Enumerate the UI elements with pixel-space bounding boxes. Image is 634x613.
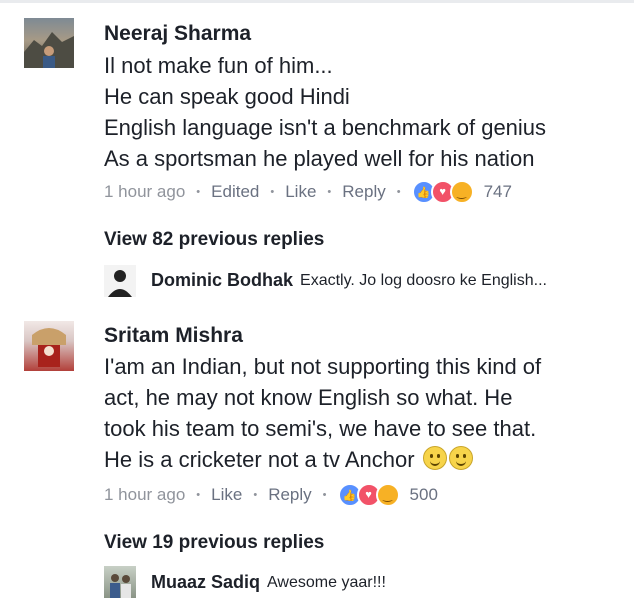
- comment-text-line-with-emoji: He is a cricketer not a tv Anchor: [104, 444, 473, 475]
- smiley-emoji-icon: [422, 446, 447, 470]
- timestamp[interactable]: 1 hour ago: [104, 485, 185, 505]
- reaction-count[interactable]: 500: [410, 485, 438, 505]
- top-divider: [0, 0, 634, 3]
- comment-meta: 1 hour ago • Like • Reply • 👍 ♥ ‿ 500: [104, 483, 438, 507]
- view-previous-replies-link[interactable]: View 82 previous replies: [104, 229, 324, 251]
- comment-text-line: He can speak good Hindi: [104, 84, 350, 109]
- comment-text-line: As a sportsman he played well for his na…: [104, 146, 535, 171]
- haha-reaction-icon: ‿: [449, 180, 474, 204]
- edited-link[interactable]: Edited: [211, 182, 259, 202]
- separator-dot: •: [322, 489, 327, 501]
- reply-text[interactable]: Exactly. Jo log doosro ke English...: [300, 272, 547, 290]
- comment-meta: 1 hour ago • Edited • Like • Reply • 👍 ♥…: [104, 180, 512, 204]
- comment-text-line: Il not make fun of him...: [104, 53, 333, 78]
- separator-dot: •: [253, 489, 258, 501]
- comment-text-line: English language isn't a benchmark of ge…: [104, 115, 547, 140]
- avatar-neeraj-sharma[interactable]: [24, 18, 74, 68]
- haha-reaction-icon: ‿: [375, 483, 400, 507]
- reply-author[interactable]: Dominic Bodhak: [151, 270, 293, 291]
- comment-text: He is a cricketer not a tv Anchor: [104, 447, 415, 472]
- latest-reply: Muaaz Sadiq Awesome yaar!!!: [151, 572, 386, 593]
- like-button[interactable]: Like: [285, 182, 316, 202]
- avatar-sritam-mishra[interactable]: [24, 321, 74, 371]
- comment-author[interactable]: Sritam Mishra: [104, 324, 243, 348]
- reactions-summary[interactable]: 👍 ♥ ‿: [411, 180, 474, 204]
- reaction-count[interactable]: 747: [484, 182, 512, 202]
- comment-text-line: took his team to semi's, we have to see …: [104, 416, 537, 441]
- view-previous-replies-link[interactable]: View 19 previous replies: [104, 532, 324, 554]
- separator-dot: •: [270, 186, 275, 198]
- comment-text-line: act, he may not know English so what. He: [104, 385, 513, 410]
- like-button[interactable]: Like: [211, 485, 242, 505]
- separator-dot: •: [327, 186, 332, 198]
- reply-button[interactable]: Reply: [342, 182, 385, 202]
- timestamp[interactable]: 1 hour ago: [104, 182, 185, 202]
- latest-reply: Dominic Bodhak Exactly. Jo log doosro ke…: [151, 270, 547, 291]
- reactions-summary[interactable]: 👍 ♥ ‿: [337, 483, 400, 507]
- reply-author[interactable]: Muaaz Sadiq: [151, 572, 260, 593]
- avatar-muaaz-sadiq[interactable]: [104, 566, 136, 598]
- separator-dot: •: [196, 186, 201, 198]
- comment-author[interactable]: Neeraj Sharma: [104, 22, 251, 46]
- separator-dot: •: [196, 489, 201, 501]
- comment-text-line: I'am an Indian, but not supporting this …: [104, 354, 542, 379]
- avatar-dominic-bodhak[interactable]: [104, 265, 136, 297]
- reply-button[interactable]: Reply: [268, 485, 311, 505]
- reply-text[interactable]: Awesome yaar!!!: [267, 574, 386, 592]
- separator-dot: •: [396, 186, 401, 198]
- smiley-emoji-icon: [448, 446, 473, 470]
